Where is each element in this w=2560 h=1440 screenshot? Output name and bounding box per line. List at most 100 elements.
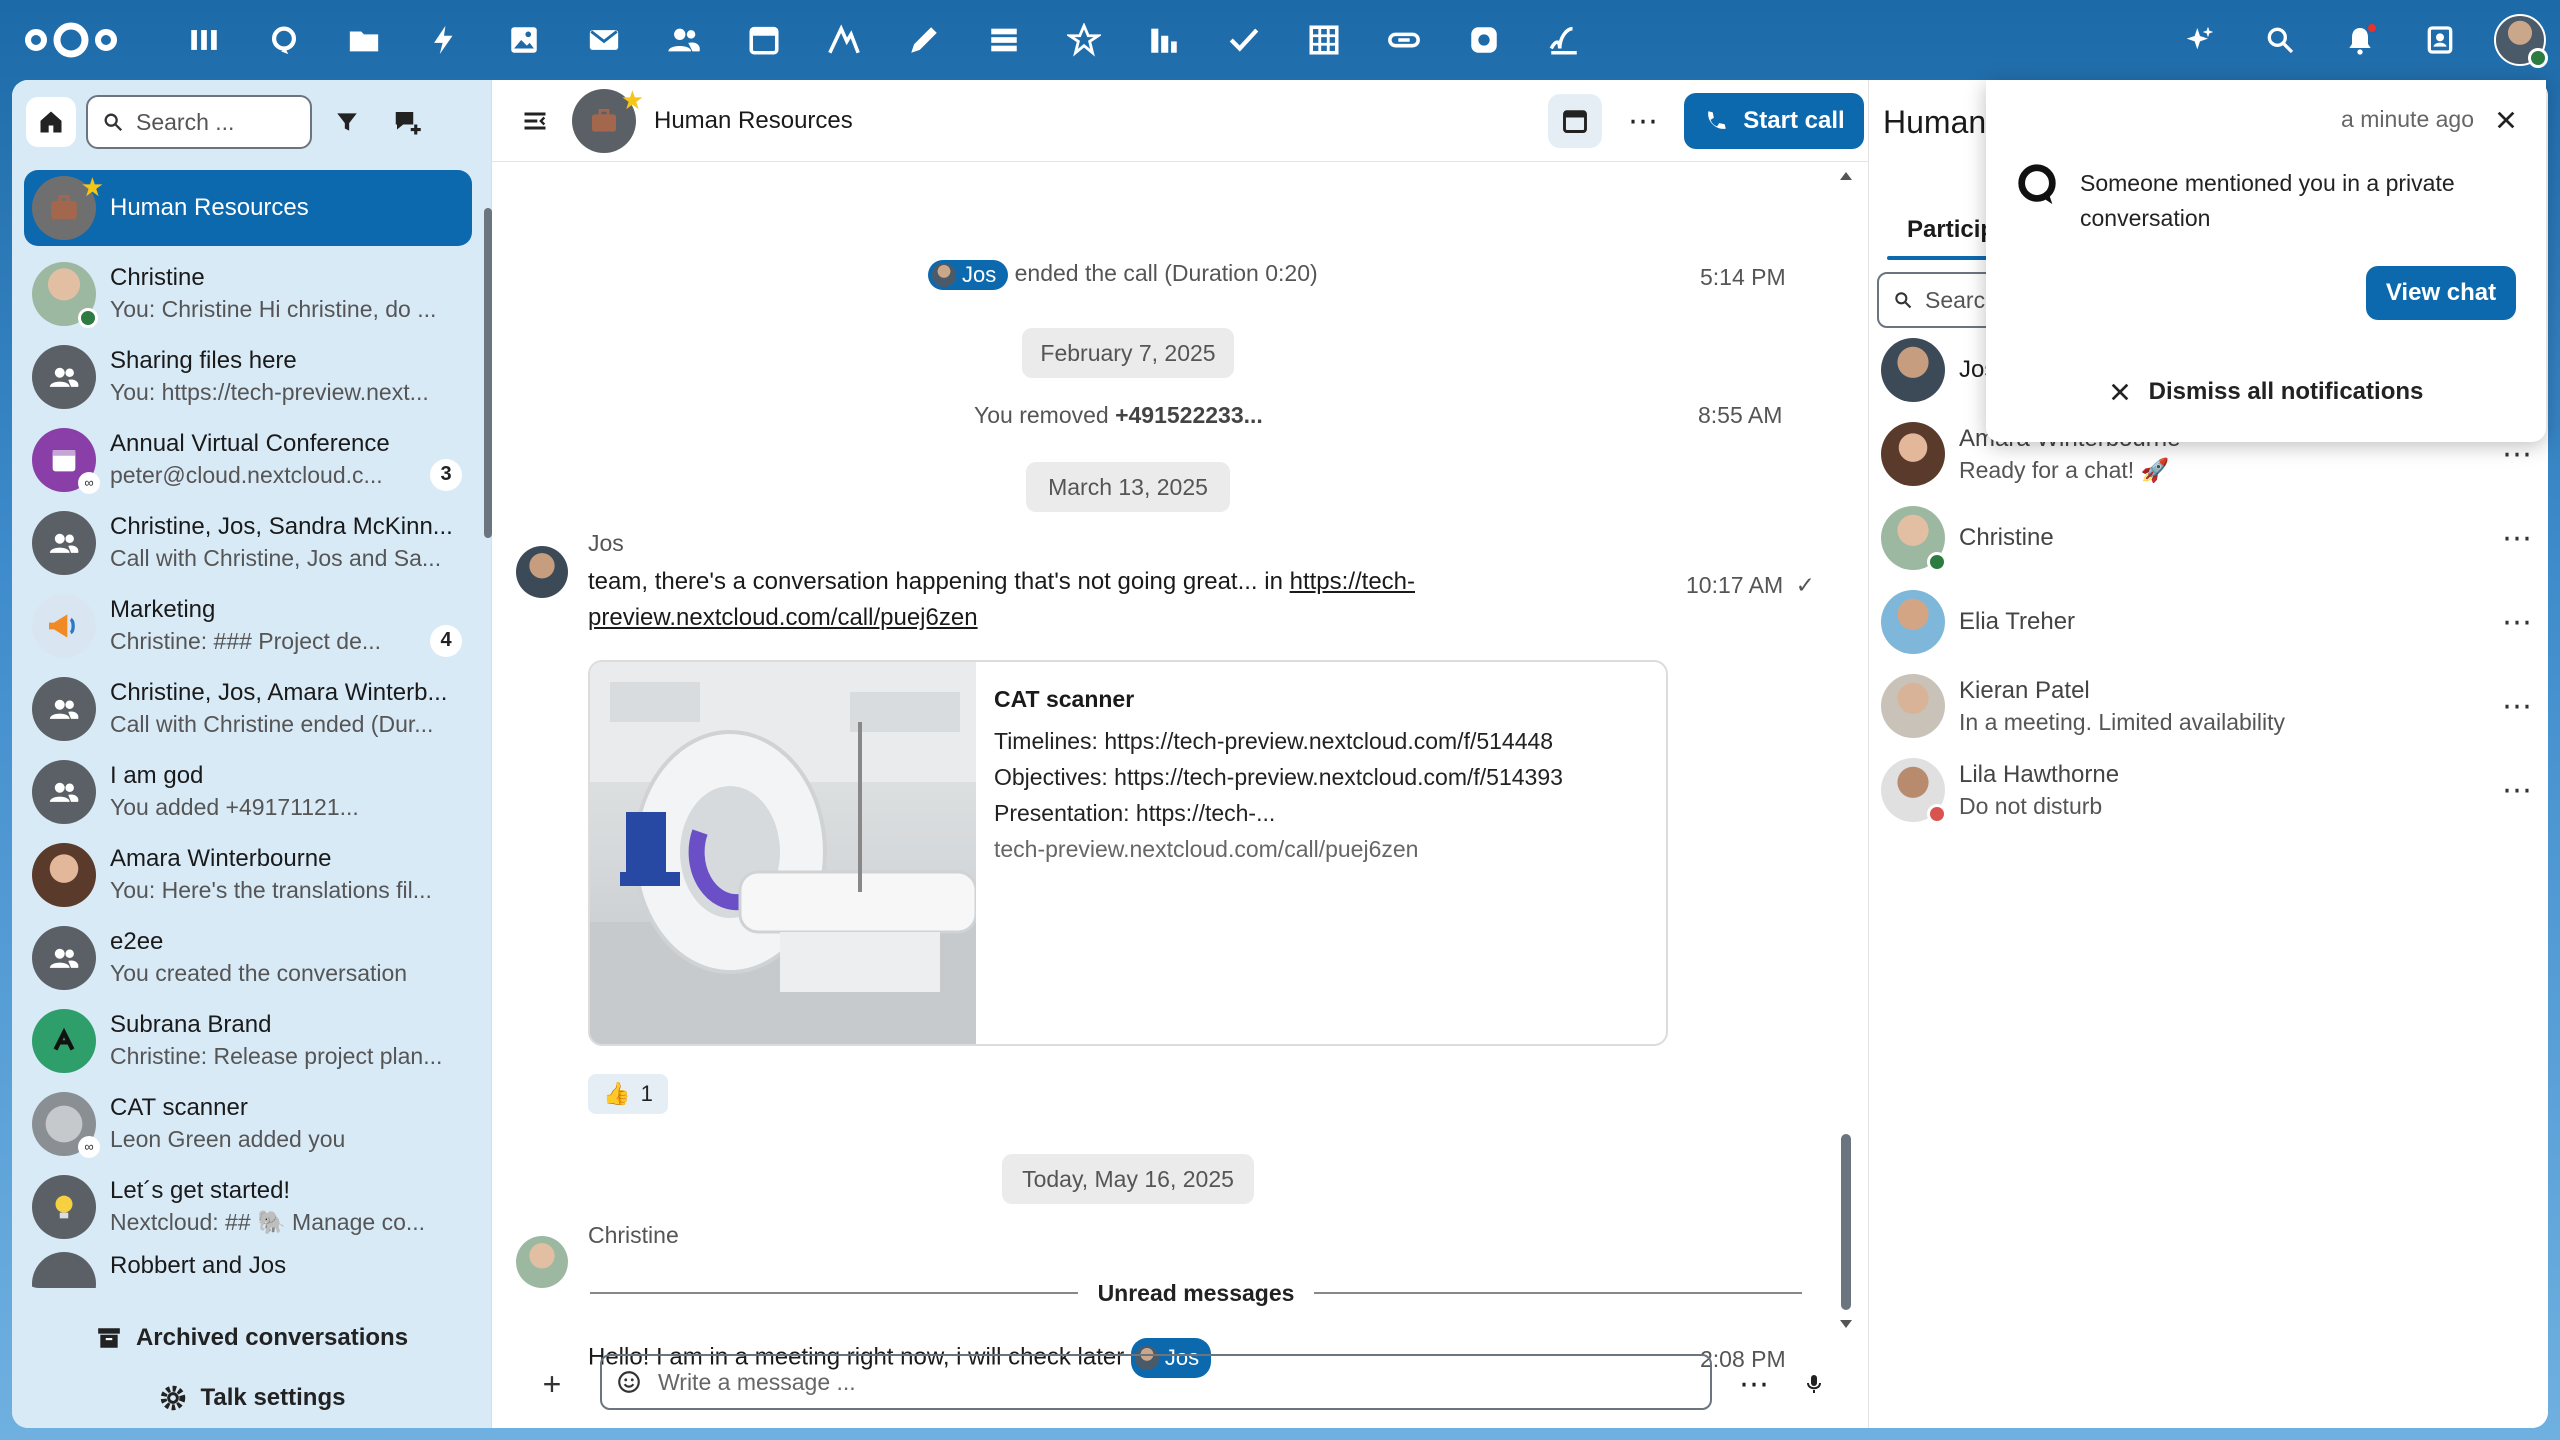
conversation-item-robbert-and-jos[interactable]: Robbert and Jos bbox=[24, 1248, 472, 1288]
participant-name: Elia Treher bbox=[1959, 608, 2076, 635]
settings-app-icon[interactable] bbox=[1444, 14, 1524, 66]
link-icon[interactable] bbox=[1364, 14, 1444, 66]
participant-actions-button[interactable]: ⋯ bbox=[2497, 773, 2537, 808]
calendar-button[interactable] bbox=[1548, 94, 1602, 148]
participant-actions-button[interactable]: ⋯ bbox=[2497, 605, 2537, 640]
assistant-icon[interactable] bbox=[1044, 14, 1124, 66]
brand-icon bbox=[53, 1027, 75, 1050]
files-icon[interactable] bbox=[324, 14, 404, 66]
avatar[interactable] bbox=[516, 546, 568, 598]
notes-icon[interactable] bbox=[884, 14, 964, 66]
tasks-icon[interactable] bbox=[1204, 14, 1284, 66]
conversation-name: Christine bbox=[110, 264, 205, 291]
close-icon bbox=[2111, 383, 2128, 401]
tables-icon[interactable] bbox=[1284, 14, 1364, 66]
link-preview-card[interactable]: CAT scanner Timelines: https://tech-prev… bbox=[588, 660, 1668, 1046]
time-text: 10:17 AM bbox=[1686, 572, 1784, 598]
dashboard-icon[interactable] bbox=[164, 14, 244, 66]
conversation-item-christine[interactable]: Christine You: Christine Hi christine, do… bbox=[24, 252, 472, 335]
tab-participants[interactable]: Particip bbox=[1907, 216, 1995, 244]
conversation-search-input[interactable]: Search ... bbox=[86, 95, 312, 149]
conversation-item-cat-scanner[interactable]: ∞ CAT scanner Leon Green added you bbox=[24, 1082, 472, 1165]
home-button[interactable] bbox=[26, 97, 76, 147]
scrollbar-thumb[interactable] bbox=[484, 208, 492, 538]
conversation-item-subrana-brand[interactable]: Subrana Brand Christine: Release project … bbox=[24, 999, 472, 1082]
calendar-icon[interactable] bbox=[724, 14, 804, 66]
conversation-avatar bbox=[32, 759, 96, 824]
conversation-last-message: You created the conversation bbox=[110, 960, 408, 986]
activity-icon[interactable] bbox=[404, 14, 484, 66]
conversation-avatar bbox=[32, 593, 96, 658]
photos-icon[interactable] bbox=[484, 14, 564, 66]
message-author: Christine bbox=[588, 1222, 679, 1248]
conversation-item-lets-get-started[interactable]: Let´s get started! Nextcloud: ## 🐘 Manage… bbox=[24, 1165, 472, 1248]
archived-conversations-button[interactable]: Archived conversations bbox=[12, 1308, 492, 1368]
gear-icon bbox=[160, 1385, 185, 1411]
talk-settings-button[interactable]: Talk settings bbox=[12, 1368, 492, 1428]
conversation-name: Amara Winterbourne bbox=[110, 845, 332, 872]
contacts-icon[interactable] bbox=[644, 14, 724, 66]
conversation-title: Human Resources bbox=[654, 106, 853, 134]
sign-icon[interactable] bbox=[1524, 14, 1604, 66]
start-call-button[interactable]: Start call bbox=[1684, 93, 1864, 149]
composer-more-button[interactable]: ⋯ bbox=[1732, 1362, 1776, 1406]
conversation-item-annual-virtual-conference[interactable]: ∞ Annual Virtual Conference peter@cloud.n… bbox=[24, 418, 472, 501]
message-input[interactable]: Write a message ... bbox=[600, 1354, 1712, 1410]
conversation-item-sharing-files[interactable]: Sharing files here You: https://tech-prev… bbox=[24, 335, 472, 418]
conversation-item-christine-jos-sandra[interactable]: Christine, Jos, Sandra McKinn... Call wit… bbox=[24, 501, 472, 584]
conversation-item-e2ee[interactable]: e2ee You created the conversation bbox=[24, 916, 472, 999]
mail-icon[interactable] bbox=[564, 14, 644, 66]
mention-chip[interactable]: Jos bbox=[928, 260, 1009, 290]
conversation-avatar bbox=[32, 925, 96, 990]
search-icon[interactable] bbox=[2240, 0, 2320, 80]
participant-actions-button[interactable]: ⋯ bbox=[2497, 689, 2537, 724]
scrollbar-thumb[interactable] bbox=[1841, 1134, 1851, 1310]
search-placeholder: Search ... bbox=[136, 108, 235, 135]
conversation-last-message: You: Christine Hi christine, do ... bbox=[110, 296, 437, 322]
participant-actions-button[interactable]: ⋯ bbox=[2497, 521, 2537, 556]
preview-line: Timelines: https://tech-preview.nextclou… bbox=[994, 728, 1554, 754]
message-time: 5:14 PM bbox=[1700, 264, 1786, 290]
conversation-item-human-resources[interactable]: ★ Human Resources bbox=[24, 170, 472, 246]
chat-plus-icon bbox=[395, 112, 421, 135]
conversation-actions-button[interactable]: ⋯ bbox=[1616, 94, 1670, 148]
conversation-item-christine-jos-amara[interactable]: Christine, Jos, Amara Winterb... Call wit… bbox=[24, 667, 472, 750]
start-call-label: Start call bbox=[1743, 107, 1845, 134]
user-menu[interactable] bbox=[2480, 0, 2560, 80]
emoji-icon[interactable] bbox=[616, 1369, 642, 1395]
talk-icon[interactable] bbox=[244, 14, 324, 66]
close-icon bbox=[2497, 111, 2515, 129]
analytics-icon[interactable] bbox=[804, 14, 884, 66]
conversation-avatar: ∞ bbox=[32, 1091, 100, 1158]
view-chat-button[interactable]: View chat bbox=[2366, 266, 2516, 320]
participant-kieran[interactable]: Kieran Patel In a meeting. Limited availa… bbox=[1881, 666, 2537, 746]
contacts-menu-icon[interactable] bbox=[2400, 0, 2480, 80]
attach-button[interactable]: + bbox=[532, 1364, 572, 1404]
link-icon: ∞ bbox=[78, 471, 100, 494]
stats-icon[interactable] bbox=[1124, 14, 1204, 66]
participant-lila[interactable]: Lila Hawthorne Do not disturb ⋯ bbox=[1881, 750, 2537, 830]
conversation-item-i-am-god[interactable]: I am god You added +49171121... bbox=[24, 750, 472, 833]
filter-button[interactable] bbox=[322, 97, 372, 147]
header-right bbox=[2160, 0, 2560, 80]
calendar-icon bbox=[52, 449, 76, 471]
participant-christine[interactable]: Christine ⋯ bbox=[1881, 498, 2537, 578]
conversation-last-message: Leon Green added you bbox=[110, 1126, 346, 1152]
nextcloud-logo[interactable] bbox=[22, 18, 120, 62]
notifications-icon[interactable] bbox=[2320, 0, 2400, 80]
avatar[interactable] bbox=[516, 1236, 568, 1288]
participant-elia[interactable]: Elia Treher ⋯ bbox=[1881, 582, 2537, 662]
reaction-button[interactable]: 👍 1 bbox=[588, 1074, 668, 1114]
assistant-sparkle-icon[interactable] bbox=[2160, 0, 2240, 80]
toggle-sidebar-button[interactable] bbox=[512, 98, 558, 144]
new-conversation-button[interactable] bbox=[382, 97, 432, 147]
deck-icon[interactable] bbox=[964, 14, 1044, 66]
conversation-item-marketing[interactable]: Marketing Christine: ### Project de... 4 bbox=[24, 584, 472, 667]
user-avatar[interactable] bbox=[2494, 14, 2548, 68]
conversation-item-amara-winterbourne[interactable]: Amara Winterbourne You: Here's the transl… bbox=[24, 833, 472, 916]
conversation-avatar[interactable]: ★ bbox=[572, 85, 644, 153]
close-notification-button[interactable] bbox=[2488, 102, 2524, 138]
chat-scrollbar[interactable] bbox=[1836, 168, 1856, 1348]
dismiss-all-notifications-button[interactable]: Dismiss all notifications bbox=[1986, 362, 2546, 422]
voice-message-button[interactable] bbox=[1792, 1362, 1836, 1406]
